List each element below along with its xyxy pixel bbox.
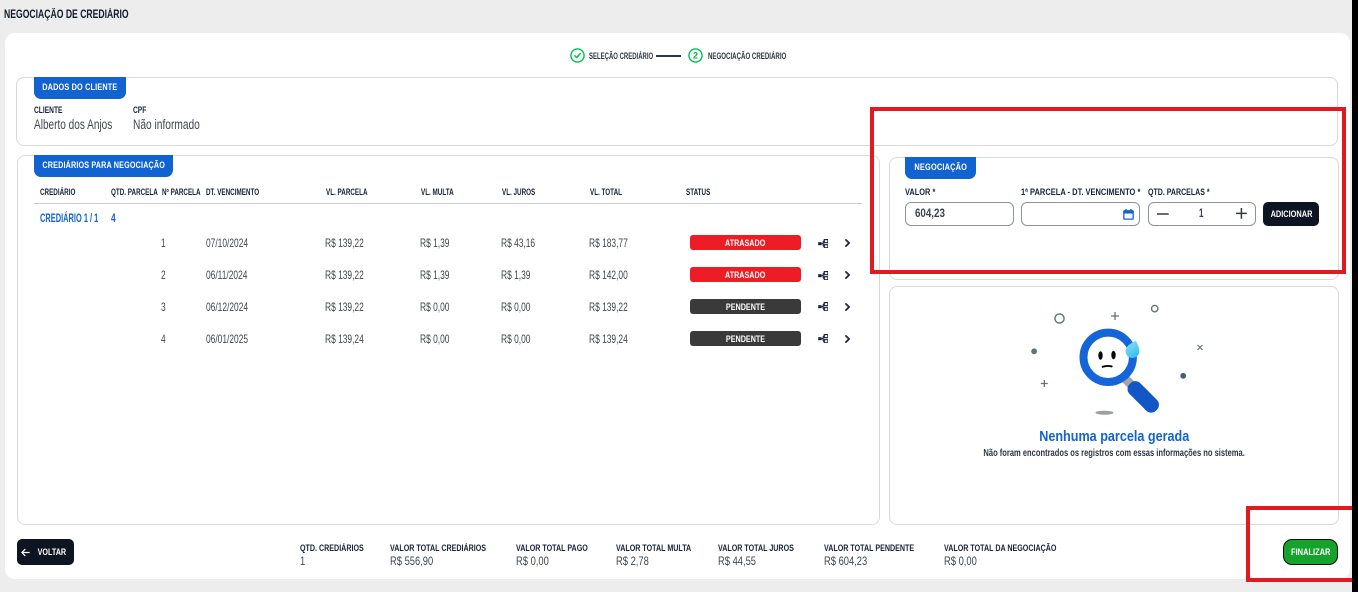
svg-text:2: 2	[693, 51, 698, 61]
